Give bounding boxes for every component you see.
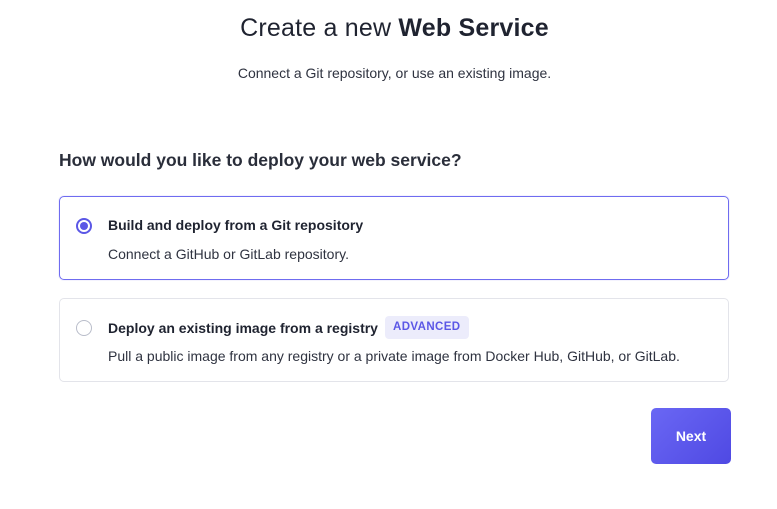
- advanced-badge: ADVANCED: [385, 316, 469, 339]
- option-existing-image-description: Pull a public image from any registry or…: [108, 348, 680, 364]
- option-git-repository[interactable]: Build and deploy from a Git repository C…: [59, 196, 729, 280]
- page: Create a new Web Service Connect a Git r…: [0, 0, 777, 509]
- radio-existing-image[interactable]: [76, 320, 92, 336]
- radio-git-repository[interactable]: [76, 218, 92, 234]
- next-button[interactable]: Next: [651, 408, 731, 464]
- option-existing-image[interactable]: Deploy an existing image from a registry…: [59, 298, 729, 382]
- deploy-question: How would you like to deploy your web se…: [59, 150, 462, 170]
- page-subtitle: Connect a Git repository, or use an exis…: [237, 65, 552, 81]
- option-git-repository-title: Build and deploy from a Git repository: [108, 217, 364, 233]
- page-title-strong: Web Service: [398, 14, 549, 42]
- option-git-repository-description: Connect a GitHub or GitLab repository.: [108, 246, 349, 262]
- option-existing-image-title: Deploy an existing image from a registry: [108, 320, 378, 336]
- page-title-prefix: Create a new: [240, 14, 399, 42]
- page-title: Create a new Web Service: [0, 14, 777, 43]
